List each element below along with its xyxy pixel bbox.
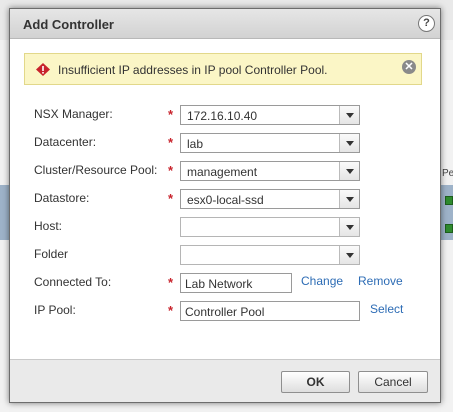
error-banner: Insufficient IP addresses in IP pool Con… (24, 53, 422, 85)
dialog-content: Insufficient IP addresses in IP pool Con… (10, 40, 440, 358)
ok-button[interactable]: OK (281, 371, 350, 393)
datacenter-select[interactable]: lab (180, 133, 360, 153)
required-marker: * (168, 275, 174, 290)
datastore-label: Datastore: (34, 191, 90, 205)
dialog-title-bar: Add Controller ? (10, 9, 440, 39)
chevron-down-icon[interactable] (339, 190, 359, 208)
change-network-link[interactable]: Change (301, 274, 343, 288)
connected-to-value: Lab Network (185, 277, 253, 291)
status-green-icon (445, 196, 453, 205)
ip-pool-label: IP Pool: (34, 303, 76, 317)
required-marker: * (168, 107, 174, 122)
dialog-footer: OK Cancel (10, 359, 440, 402)
status-green-icon (445, 224, 453, 233)
cluster-pool-select[interactable]: management (180, 161, 360, 181)
remove-network-link[interactable]: Remove (358, 274, 403, 288)
host-select[interactable] (180, 217, 360, 237)
required-marker: * (168, 135, 174, 150)
add-controller-dialog: Add Controller ? Insufficient IP address… (9, 8, 441, 403)
required-marker: * (168, 191, 174, 206)
chevron-down-icon[interactable] (339, 218, 359, 236)
chevron-down-icon[interactable] (339, 162, 359, 180)
datacenter-label: Datacenter: (34, 135, 97, 149)
ip-pool-value: Controller Pool (185, 305, 265, 319)
select-ip-pool-link[interactable]: Select (370, 302, 403, 316)
required-marker: * (168, 163, 174, 178)
required-marker: * (168, 303, 174, 318)
datacenter-value: lab (187, 137, 204, 151)
ip-pool-field[interactable]: Controller Pool (180, 301, 360, 321)
folder-select[interactable] (180, 245, 360, 265)
cancel-button[interactable]: Cancel (358, 371, 428, 393)
datastore-value: esx0-local-ssd (187, 193, 264, 207)
cluster-pool-label: Cluster/Resource Pool: (34, 163, 158, 177)
folder-label: Folder (34, 247, 69, 261)
help-icon[interactable]: ? (418, 15, 435, 32)
cluster-pool-value: management (187, 165, 258, 179)
error-message: Insufficient IP addresses in IP pool Con… (58, 63, 328, 77)
datastore-select[interactable]: esx0-local-ssd (180, 189, 360, 209)
chevron-down-icon[interactable] (339, 134, 359, 152)
host-label: Host: (34, 219, 63, 233)
nsx-manager-label: NSX Manager: (34, 107, 113, 121)
close-icon[interactable]: ✕ (402, 60, 416, 74)
chevron-down-icon[interactable] (339, 246, 359, 264)
background-column-label: Pe (442, 168, 453, 179)
chevron-down-icon[interactable] (339, 106, 359, 124)
connected-to-field[interactable]: Lab Network (180, 273, 292, 293)
dialog-title: Add Controller (23, 17, 114, 32)
warning-icon (36, 63, 50, 76)
nsx-manager-value: 172.16.10.40 (187, 109, 258, 123)
connected-to-label: Connected To: (34, 275, 112, 289)
nsx-manager-select[interactable]: 172.16.10.40 (180, 105, 360, 125)
